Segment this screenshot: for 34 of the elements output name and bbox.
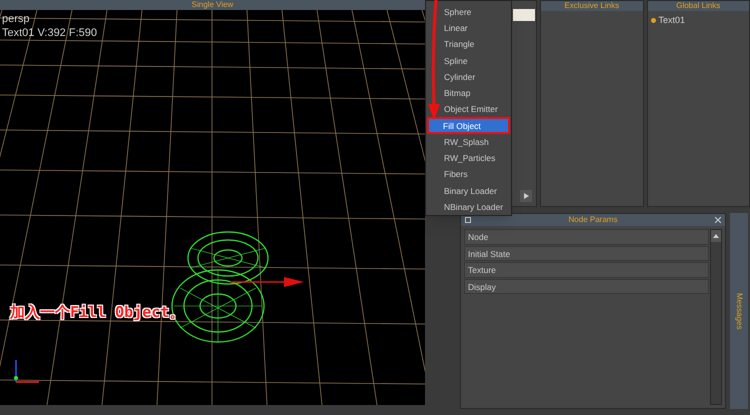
menu-item[interactable]: Triangle (426, 36, 511, 53)
list-item[interactable]: Text01 (650, 14, 746, 28)
menu-item[interactable]: NBinary Loader (426, 198, 511, 215)
panel-title: Exclusive Links (564, 2, 620, 10)
panel-title: Global Links (676, 2, 720, 10)
section-header[interactable]: Initial State (464, 246, 709, 261)
panel-title: Node Params (568, 216, 618, 224)
messages-title: Messages (734, 292, 745, 330)
menu-item[interactable]: Spline (426, 52, 511, 69)
text-field[interactable] (513, 9, 535, 21)
menu-item[interactable]: Cylinder (426, 68, 511, 86)
up-arrow-icon (713, 234, 719, 238)
menu-item[interactable]: Linear (426, 20, 511, 36)
messages-tab[interactable]: Messages (730, 213, 748, 409)
menu-item[interactable]: Binary Loader (426, 182, 511, 199)
scroll-right-button[interactable] (520, 190, 532, 202)
menu-item[interactable]: RW_Particles (426, 150, 511, 166)
scroll-up-button[interactable] (711, 230, 721, 242)
panel-grip-icon (465, 217, 471, 223)
section-header[interactable]: Display (464, 278, 709, 294)
menu-item[interactable]: Bitmap (426, 85, 511, 102)
viewport-title: Single View (192, 1, 234, 9)
section-header[interactable]: Node (464, 229, 709, 244)
menu-item[interactable]: Sphere (426, 4, 511, 20)
axis-gizmo-icon (13, 358, 41, 386)
menu-item[interactable]: Fill Object (427, 117, 510, 134)
menu-item[interactable]: Object Emitter (426, 101, 511, 118)
section-header[interactable]: Texture (464, 262, 709, 278)
close-icon[interactable] (715, 217, 721, 223)
node-icon (650, 18, 656, 24)
menu-item[interactable]: RW_Splash (426, 134, 511, 150)
right-arrow-icon (524, 193, 528, 199)
menu-item[interactable]: Fibers (426, 166, 511, 183)
scrollbar[interactable] (710, 229, 722, 405)
